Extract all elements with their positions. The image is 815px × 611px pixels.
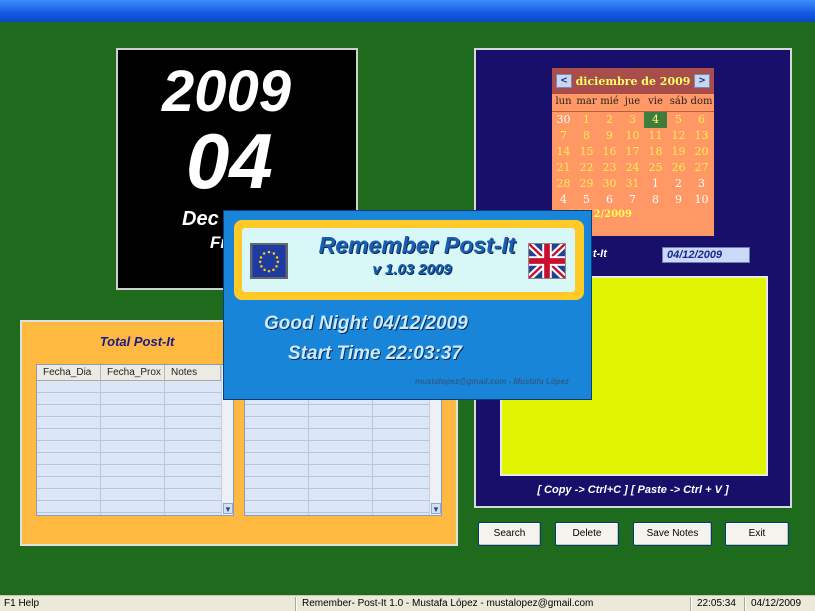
calendar-day[interactable]: 4 (552, 192, 575, 208)
calendar-day[interactable]: 26 (667, 160, 690, 176)
calendar-day[interactable]: 11 (644, 128, 667, 144)
calendar-month-label: diciembre de 2009 (575, 74, 691, 88)
calendar-day[interactable]: 24 (621, 160, 644, 176)
status-separator (744, 597, 746, 611)
postit-grid-left[interactable]: Fecha_Dia Fecha_Prox Notes ▼ (36, 364, 234, 516)
status-help: F1 Help (4, 598, 40, 609)
calendar-weekday: mar (576, 96, 597, 107)
calendar-prev-button[interactable]: < (556, 74, 572, 88)
calendar-day[interactable]: 30 (552, 112, 575, 128)
calendar-weekday: vie (648, 96, 663, 107)
calendar-day[interactable]: 8 (575, 128, 598, 144)
start-time-text: Start Time 22:03:37 (288, 343, 462, 364)
date-year: 2009 (162, 59, 292, 124)
postit-date-field[interactable]: 04/12/2009 (662, 247, 750, 263)
splash-version: v 1.03 2009 (372, 261, 452, 278)
scroll-down-icon[interactable]: ▼ (431, 503, 441, 514)
calendar-weekday: lun (555, 96, 572, 107)
splash-banner: Remember Post-It v 1.03 2009 (234, 220, 584, 300)
grid-rows (245, 381, 429, 515)
eu-flag-icon (250, 243, 288, 279)
calendar-day[interactable]: 13 (690, 128, 713, 144)
splash-dialog: Remember Post-It v 1.03 2009 Good Night … (223, 210, 592, 400)
column-header-fecha-prox[interactable]: Fecha_Prox (101, 365, 165, 380)
greeting-text: Good Night 04/12/2009 (264, 313, 468, 334)
calendar-day[interactable]: 3 (621, 112, 644, 128)
date-month: Dec (182, 208, 219, 230)
status-separator (295, 597, 297, 611)
calendar-weekday-header: lun mar mié jue vie sáb dom (552, 96, 714, 112)
search-button[interactable]: Search (478, 522, 541, 546)
calendar-day[interactable]: 6 (598, 192, 621, 208)
calendar-day[interactable]: 17 (621, 144, 644, 160)
window-title-bar (0, 0, 815, 22)
calendar-days[interactable]: 30 1 2 3 4 5 6 7 8 9 10 11 12 13 14 15 16 17 18 19 20 21 22 23 2… (552, 112, 714, 208)
splash-title: Remember Post-It (318, 232, 516, 258)
calendar-day[interactable]: 10 (621, 128, 644, 144)
calendar-day[interactable]: 23 (598, 160, 621, 176)
calendar-weekday: sáb (669, 96, 688, 107)
exit-button[interactable]: Exit (725, 522, 789, 546)
calendar-day[interactable]: 3 (690, 176, 713, 192)
grid-rows (37, 381, 221, 515)
author-credit: mustalopez@gmail.com - Mustafa López (414, 377, 569, 386)
clipboard-hint: [ Copy -> Ctrl+C ] [ Paste -> Ctrl + V ] (537, 484, 729, 496)
calendar-day-selected[interactable]: 4 (644, 112, 667, 128)
calendar-day[interactable]: 2 (598, 112, 621, 128)
status-app-info: Remember- Post-It 1.0 - Mustafa López - … (302, 598, 594, 609)
calendar-day[interactable]: 1 (644, 176, 667, 192)
status-date: 04/12/2009 (751, 598, 802, 609)
status-separator (690, 597, 692, 611)
total-postit-title: Total Post-It (99, 334, 175, 349)
calendar-day[interactable]: 9 (667, 192, 690, 208)
calendar-day[interactable]: 21 (552, 160, 575, 176)
calendar-weekday: dom (690, 96, 713, 107)
calendar-day[interactable]: 5 (575, 192, 598, 208)
delete-button[interactable]: Delete (555, 522, 619, 546)
date-day: 04 (186, 117, 273, 205)
calendar-weekday: mié (600, 96, 619, 107)
calendar-day[interactable]: 2 (667, 176, 690, 192)
status-time: 22:05:34 (697, 598, 736, 609)
calendar-day[interactable]: 7 (621, 192, 644, 208)
calendar-day[interactable]: 22 (575, 160, 598, 176)
calendar-day[interactable]: 10 (690, 192, 713, 208)
calendar-day[interactable]: 25 (644, 160, 667, 176)
calendar-day[interactable]: 31 (621, 176, 644, 192)
status-bar: F1 Help Remember- Post-It 1.0 - Mustafa … (0, 595, 815, 611)
calendar-day[interactable]: 14 (552, 144, 575, 160)
calendar-day[interactable]: 15 (575, 144, 598, 160)
calendar-day[interactable]: 16 (598, 144, 621, 160)
calendar-day[interactable]: 28 (552, 176, 575, 192)
calendar-day[interactable]: 12 (667, 128, 690, 144)
calendar-day[interactable]: 29 (575, 176, 598, 192)
column-header-fecha-dia[interactable]: Fecha_Dia (37, 365, 101, 380)
save-notes-button[interactable]: Save Notes (633, 522, 712, 546)
calendar-day[interactable]: 19 (667, 144, 690, 160)
calendar-day[interactable]: 6 (690, 112, 713, 128)
calendar-day[interactable]: 18 (644, 144, 667, 160)
calendar-day[interactable]: 30 (598, 176, 621, 192)
calendar-day[interactable]: 5 (667, 112, 690, 128)
calendar-day[interactable]: 7 (552, 128, 575, 144)
column-header-notes[interactable]: Notes (165, 365, 221, 380)
calendar-day[interactable]: 27 (690, 160, 713, 176)
calendar-next-button[interactable]: > (694, 74, 710, 88)
calendar-day[interactable]: 9 (598, 128, 621, 144)
calendar-day[interactable]: 20 (690, 144, 713, 160)
calendar-day[interactable]: 8 (644, 192, 667, 208)
scroll-down-icon[interactable]: ▼ (223, 503, 233, 514)
uk-flag-icon (528, 243, 566, 279)
calendar-day[interactable]: 1 (575, 112, 598, 128)
calendar-weekday: jue (624, 96, 641, 107)
